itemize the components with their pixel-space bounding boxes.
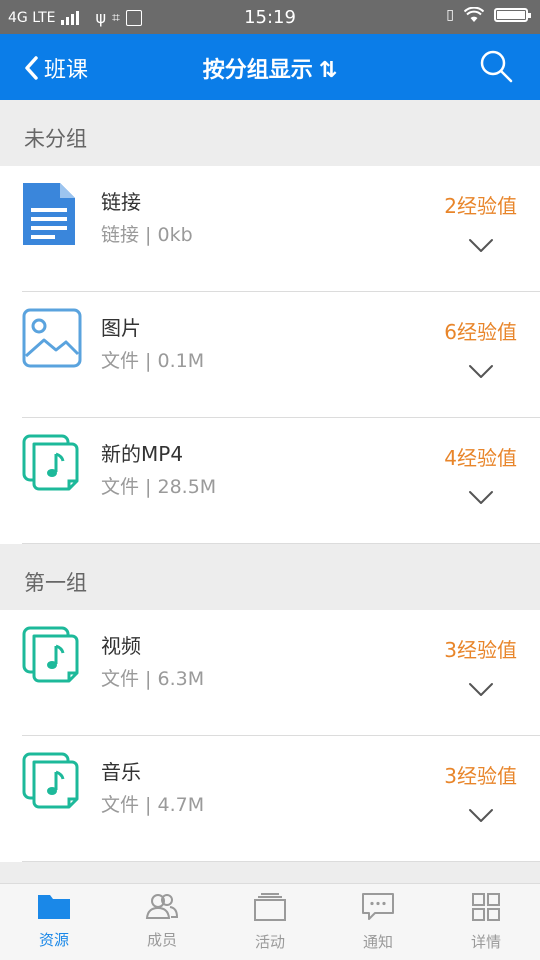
status-bar: 4G LTE ψ ⌗ 15:19 ▯ (0, 0, 540, 34)
resource-meta: 文件 | 0.1M (101, 350, 205, 372)
resource-meta: 文件 | 6.3M (101, 668, 205, 690)
image-icon (22, 308, 84, 372)
chevron-down-icon (468, 491, 494, 510)
expand-button[interactable] (468, 238, 494, 258)
tab-label: 活动 (254, 933, 285, 951)
resource-name: 视频 (101, 634, 141, 658)
page-title[interactable]: 按分组显示 ⇅ (0, 52, 540, 84)
sort-icon: ⇅ (318, 58, 338, 83)
resource-item[interactable]: 链接 链接 | 0kb 2经验值 (0, 166, 540, 292)
tab-label: 资源 (38, 931, 69, 949)
tab-label: 成员 (146, 931, 177, 949)
resource-list: 未分组 链接 链接 | 0kb 2经验值 图片 文件 | 0.1M 6经验值 新… (0, 100, 540, 884)
resource-meta: 文件 | 28.5M (101, 476, 217, 498)
tab-label: 通知 (362, 933, 393, 951)
expand-button[interactable] (468, 364, 494, 384)
resource-meta: 链接 | 0kb (101, 224, 193, 246)
tab-message[interactable]: 通知 (324, 884, 432, 960)
experience-value: 3经验值 (444, 764, 517, 788)
resource-item[interactable]: 音乐 文件 | 4.7M 3经验值 (0, 736, 540, 862)
experience-value: 4经验值 (444, 446, 517, 470)
wifi-icon (464, 7, 484, 22)
chevron-down-icon (468, 809, 494, 828)
tab-activity[interactable]: 活动 (216, 884, 324, 960)
chevron-down-icon (468, 365, 494, 384)
divider (22, 861, 540, 862)
group-header: 未分组 (0, 100, 540, 166)
expand-button[interactable] (468, 808, 494, 828)
music-file-icon (22, 434, 84, 498)
music-file-icon (22, 626, 84, 690)
experience-value: 3经验值 (444, 638, 517, 662)
divider (22, 543, 540, 544)
grid-icon (471, 892, 501, 931)
music-file-icon (22, 752, 84, 816)
tab-members[interactable]: 成员 (108, 884, 216, 960)
experience-value: 6经验值 (444, 320, 517, 344)
document-icon (22, 182, 84, 246)
vibrate-icon: ▯ (446, 7, 454, 23)
resource-item[interactable]: 新的MP4 文件 | 28.5M 4经验值 (0, 418, 540, 544)
app-header: 班课 按分组显示 ⇅ (0, 34, 540, 100)
page-title-text: 按分组显示 (202, 58, 313, 83)
members-icon (145, 892, 179, 929)
tab-label: 详情 (470, 933, 501, 951)
expand-button[interactable] (468, 682, 494, 702)
group-header: 第一组 (0, 544, 540, 610)
chevron-down-icon (468, 683, 494, 702)
activity-icon (253, 892, 287, 931)
folder-icon (37, 892, 71, 929)
experience-value: 2经验值 (444, 194, 517, 218)
search-button[interactable] (478, 48, 514, 88)
resource-meta: 文件 | 4.7M (101, 794, 205, 816)
resource-name: 新的MP4 (101, 442, 184, 466)
bottom-tab-bar: 资源 成员 活动 通知 详情 (0, 883, 540, 960)
chevron-down-icon (468, 239, 494, 258)
search-icon (480, 50, 513, 83)
resource-name: 音乐 (101, 760, 141, 784)
status-right: ▯ (446, 7, 531, 23)
resource-item[interactable]: 图片 文件 | 0.1M 6经验值 (0, 292, 540, 418)
message-icon (361, 892, 395, 931)
resource-name: 链接 (101, 190, 141, 214)
expand-button[interactable] (468, 490, 494, 510)
resource-name: 图片 (101, 316, 141, 340)
battery-icon (494, 8, 531, 22)
tab-grid[interactable]: 详情 (432, 884, 540, 960)
tab-folder[interactable]: 资源 (0, 884, 108, 960)
resource-item[interactable]: 视频 文件 | 6.3M 3经验值 (0, 610, 540, 736)
